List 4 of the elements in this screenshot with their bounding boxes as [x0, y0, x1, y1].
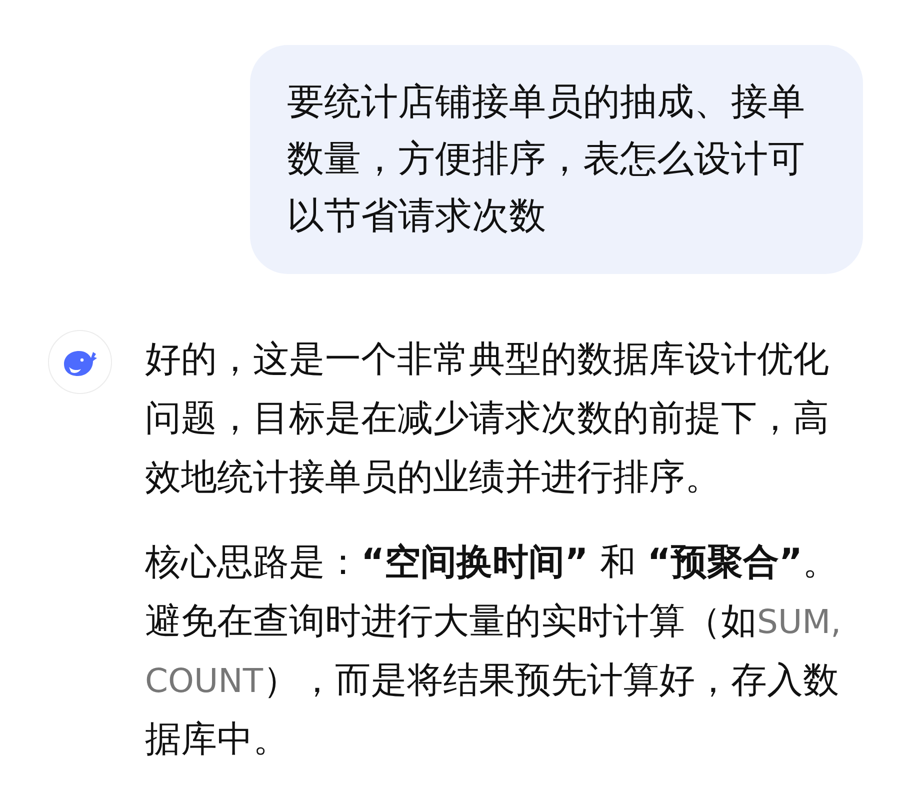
reply-paragraph: 好的，这是一个非常典型的数据库设计优化问题，目标是在减少请求次数的前提下，高效地统计接单员的业绩并进行排序。: [145, 338, 830, 500]
avatar-icon: [48, 330, 112, 394]
reply-paragraph: 核心思路是：“空间换时间” 和 “预聚合”。避免在查询时进行大量的实时计算（如SUM, COUNT），而是将结果预先计算好，存入数据库中。: [145, 541, 842, 762]
user-message: 要统计店铺接单员的抽成、接单数量，方便排序，表怎么设计可以节省请求次数: [250, 45, 863, 274]
